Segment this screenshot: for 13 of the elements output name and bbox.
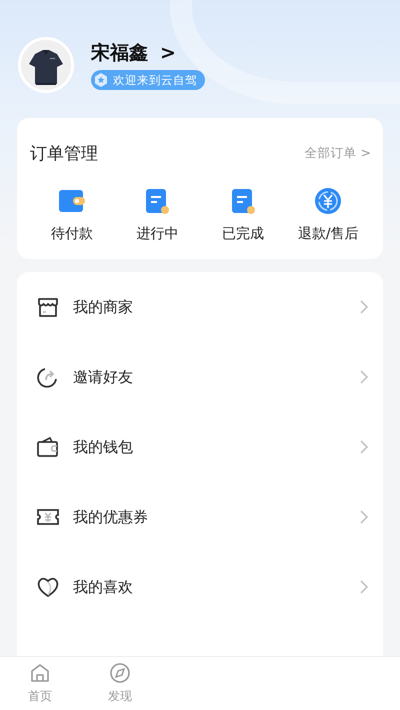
menu-item[interactable]: 我的商家 [17, 272, 383, 342]
welcome-badge: 欢迎来到云自驾 [91, 70, 205, 90]
menu-item[interactable]: 我的喜欢 [17, 552, 383, 622]
menu-item[interactable]: 我的优惠券 [17, 482, 383, 552]
menu-item[interactable]: 邀请好友 [17, 342, 383, 412]
order-status-button[interactable]: 待付款 [29, 187, 114, 243]
menu-item[interactable]: 我的钱包 [17, 412, 383, 482]
chevron-icon[interactable]: > [160, 42, 176, 64]
section-title: 订单管理 [30, 143, 98, 165]
order-status-button[interactable]: 已完成 [200, 187, 286, 243]
order-status-button[interactable]: 退款/售后 [286, 187, 371, 243]
order-status-button[interactable]: 进行中 [114, 187, 200, 243]
user-name[interactable]: 宋福鑫 [91, 40, 148, 66]
